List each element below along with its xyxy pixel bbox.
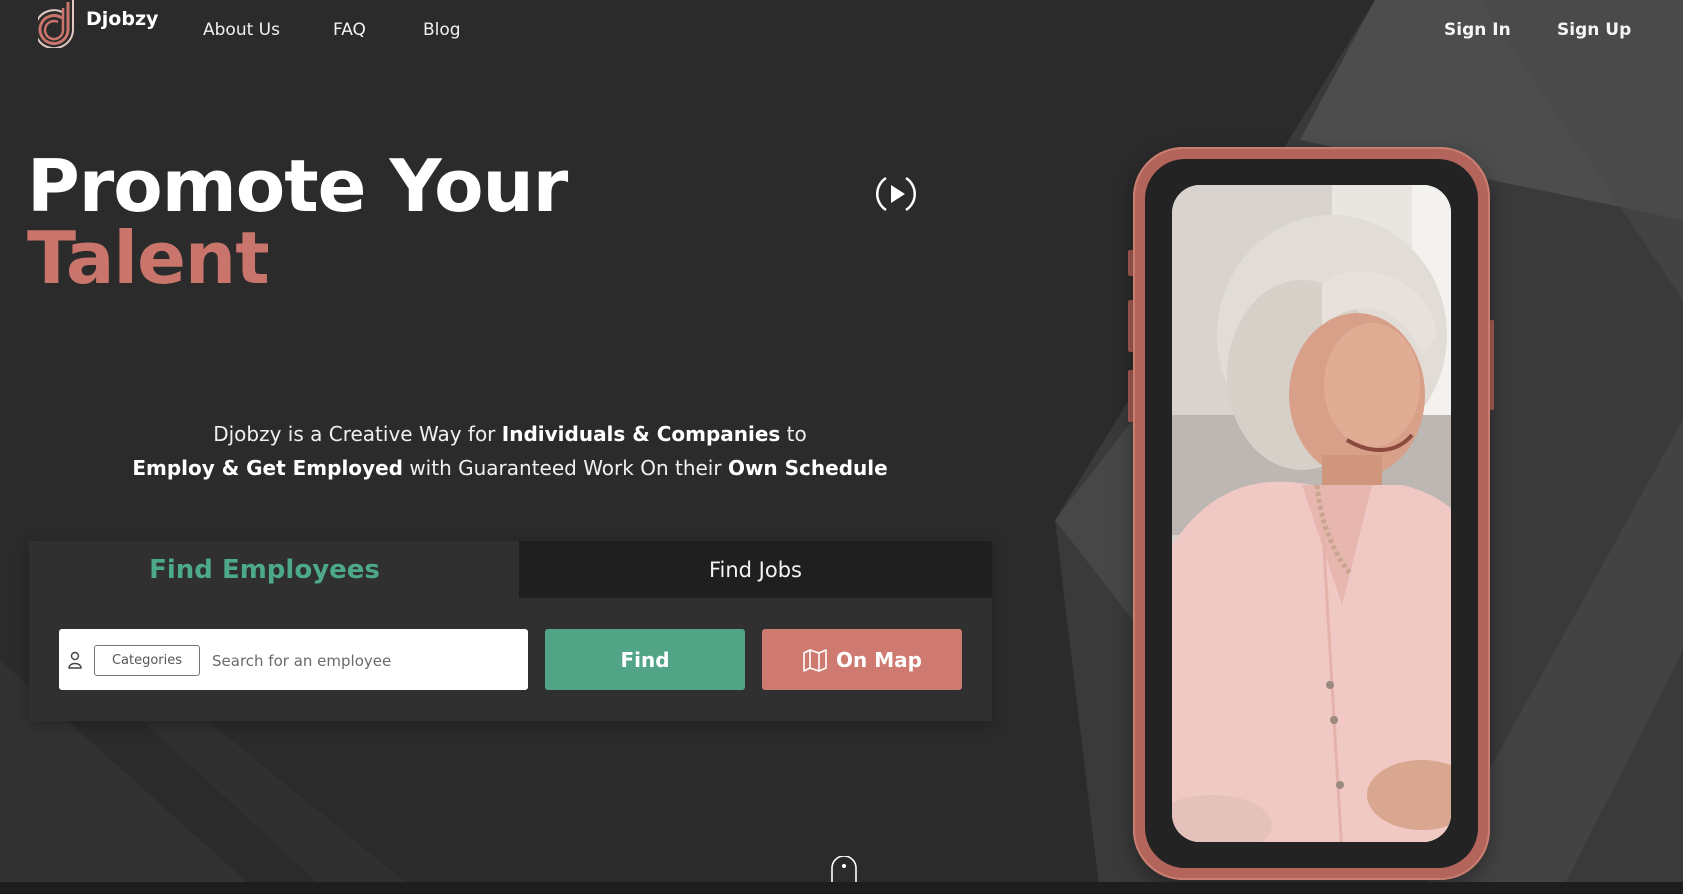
on-map-label: On Map [836,647,922,672]
sign-in-link[interactable]: Sign In [1444,20,1511,40]
tagline-text-1: Djobzy is a Creative Way for [213,422,502,446]
logo-d-icon [38,0,74,48]
bottom-bar [0,882,1683,894]
tagline-text-3: with Guaranteed Work On their [402,456,728,480]
brand-name: Djobzy [86,8,159,30]
tab-find-employees[interactable]: Find Employees [29,541,500,598]
hero-title-line2: Talent [27,216,270,300]
phone-mockup [1133,147,1490,880]
find-button[interactable]: Find [545,629,745,690]
hero-title-line1: Promote Your [27,144,568,228]
tagline-bold-3: Own Schedule [727,456,888,480]
tagline-text-2: to [780,422,807,446]
nav-faq[interactable]: FAQ [333,20,366,40]
top-navbar: Djobzy About Us FAQ Blog Sign In Sign Up [0,0,1683,60]
play-circle-icon[interactable] [872,172,920,216]
hero-tagline: Djobzy is a Creative Way for Individuals… [100,417,920,485]
phone-screen-photo [1172,185,1451,842]
search-input[interactable] [212,645,512,676]
sign-up-link[interactable]: Sign Up [1557,20,1631,40]
nav-blog[interactable]: Blog [423,20,461,40]
on-map-button[interactable]: On Map [762,629,962,690]
user-icon [68,651,82,669]
woman-photo [1172,185,1451,842]
tab-find-jobs[interactable]: Find Jobs [519,541,992,598]
phone-bezel [1145,159,1478,868]
nav-about-us[interactable]: About Us [203,20,280,40]
tagline-bold-2: Employ & Get Employed [132,456,403,480]
map-icon [803,648,827,672]
tagline-bold-1: Individuals & Companies [501,422,781,446]
logo[interactable]: Djobzy [38,0,158,48]
categories-dropdown[interactable]: Categories [94,645,200,676]
